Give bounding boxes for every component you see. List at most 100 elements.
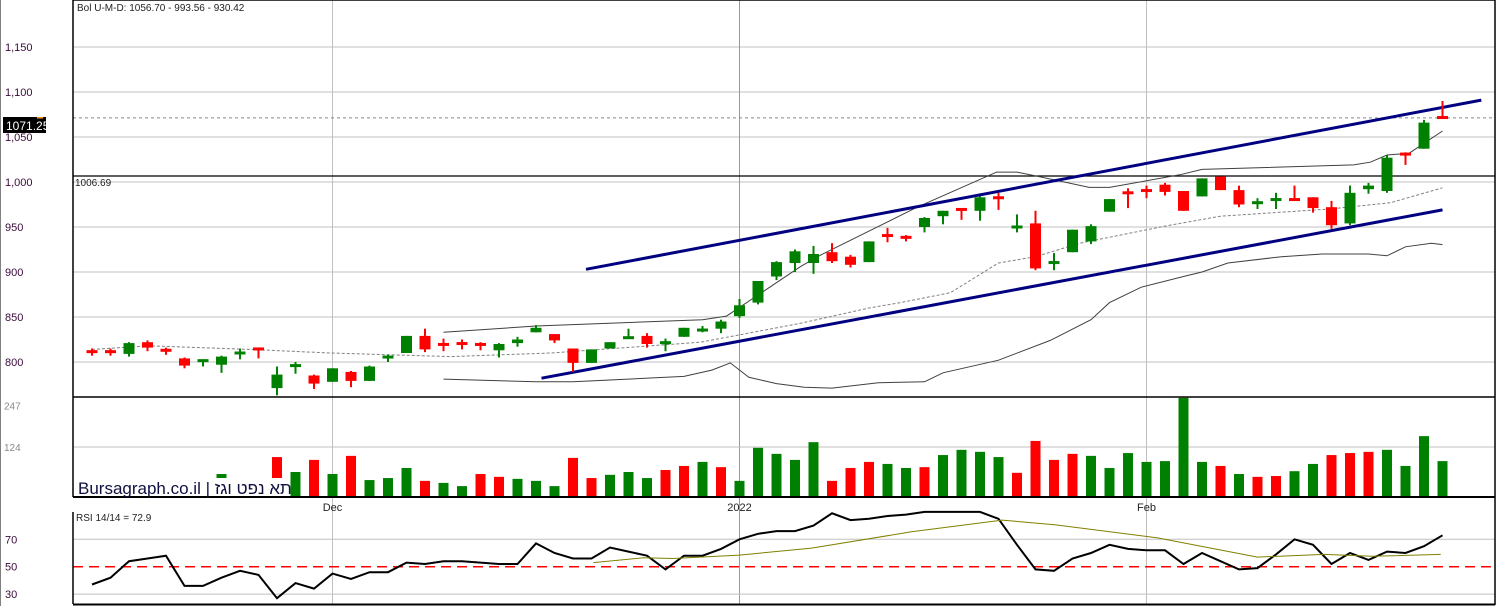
date-label: 2022 bbox=[727, 502, 751, 514]
rsi-label: RSI 14/14 = 72.9 bbox=[76, 513, 152, 524]
date-label: Feb bbox=[1137, 502, 1156, 514]
candle-wick bbox=[664, 338, 667, 352]
candle-down bbox=[900, 235, 912, 239]
volume-bar bbox=[1215, 465, 1226, 497]
candle-wick bbox=[1127, 188, 1129, 209]
candle-up bbox=[604, 342, 616, 349]
volume-bar bbox=[790, 459, 800, 497]
candle-down bbox=[1178, 191, 1189, 211]
candle-up bbox=[586, 349, 597, 363]
candle-up bbox=[1067, 229, 1078, 253]
reference-line-label: 1006.69 bbox=[75, 178, 112, 189]
volume-bar bbox=[864, 461, 874, 497]
rsi-tick-label: 50 bbox=[5, 562, 17, 574]
candle-down bbox=[160, 348, 172, 352]
candle-up bbox=[808, 254, 819, 263]
candle-down bbox=[826, 252, 838, 262]
volume-bar bbox=[1104, 467, 1115, 497]
candle-down bbox=[142, 342, 153, 348]
candle-up bbox=[123, 343, 135, 354]
candle-down bbox=[1122, 191, 1134, 195]
volume-bar bbox=[1123, 453, 1133, 497]
volume-bar bbox=[494, 476, 504, 497]
candle-down bbox=[1159, 184, 1171, 192]
candle-up bbox=[327, 368, 338, 382]
volume-bar bbox=[457, 486, 467, 497]
price-tick-label: 1,050 bbox=[5, 132, 33, 144]
rsi-panel bbox=[91, 510, 1444, 600]
volume-tick-label: 247 bbox=[4, 401, 21, 412]
candle-up bbox=[1381, 157, 1393, 191]
candle-down bbox=[419, 335, 431, 350]
volume-bar bbox=[919, 467, 930, 497]
candle-up bbox=[197, 359, 209, 363]
price-tick-label: 1,150 bbox=[5, 42, 33, 54]
trend-channel-lower bbox=[541, 208, 1443, 380]
candle-up bbox=[623, 336, 634, 340]
volume-bar bbox=[975, 451, 985, 497]
volume-bar bbox=[1437, 461, 1448, 497]
bollinger-bands bbox=[91, 130, 1443, 389]
date-label: Dec bbox=[323, 502, 343, 514]
candle-up bbox=[789, 251, 801, 263]
candle-up bbox=[734, 305, 745, 317]
volume-bar bbox=[327, 474, 338, 497]
volume-bar bbox=[605, 474, 615, 497]
volume-bar bbox=[346, 455, 356, 497]
candle-up bbox=[1104, 199, 1115, 212]
candle-up bbox=[660, 341, 671, 345]
volume-bar bbox=[383, 478, 393, 497]
candle-wick bbox=[997, 192, 1000, 210]
candle-up bbox=[493, 344, 505, 351]
candle-up bbox=[364, 366, 375, 381]
candle-up bbox=[530, 327, 542, 333]
candle-down bbox=[1233, 190, 1245, 205]
volume-bar bbox=[697, 461, 708, 497]
candle-down bbox=[456, 342, 468, 346]
candle-down bbox=[1141, 189, 1152, 193]
panel-frame bbox=[0, 0, 1496, 606]
candle-up bbox=[1011, 225, 1023, 229]
candle-down bbox=[345, 371, 357, 381]
candle-up bbox=[382, 355, 394, 359]
volume-bar bbox=[623, 472, 634, 497]
candle-down bbox=[845, 256, 856, 265]
candle-down bbox=[1289, 198, 1300, 202]
axis-labels: 800 850 900 950 1,000 1,050 1,100 1,150 Dec 2022 F… bbox=[4, 42, 1156, 601]
volume-bar bbox=[1141, 461, 1152, 497]
volume-bar bbox=[993, 457, 1004, 497]
volume-bar bbox=[771, 453, 782, 497]
volume-bar bbox=[475, 474, 486, 497]
candle-up bbox=[1363, 185, 1374, 190]
candle-up bbox=[1085, 226, 1097, 242]
volume-bar bbox=[845, 467, 856, 497]
volume-bar bbox=[1012, 472, 1022, 497]
volume-bar bbox=[1363, 451, 1374, 497]
rsi-line bbox=[91, 510, 1444, 600]
candle-down bbox=[1437, 116, 1448, 120]
volume-bar bbox=[512, 478, 523, 497]
volume-bar bbox=[679, 465, 689, 497]
candle-down bbox=[882, 234, 893, 238]
candle-down bbox=[1307, 197, 1319, 209]
volume-bar bbox=[827, 480, 837, 497]
candle-up bbox=[678, 327, 690, 337]
volume-bar bbox=[901, 467, 911, 497]
volume-bar bbox=[290, 472, 301, 497]
rsi-tick-label: 70 bbox=[5, 534, 17, 546]
price-tick-label: 1,000 bbox=[5, 177, 33, 189]
volume-bar bbox=[1049, 459, 1059, 497]
candle-up bbox=[216, 356, 227, 365]
volume-bar bbox=[753, 447, 763, 497]
price-tick-label: 900 bbox=[5, 267, 23, 279]
candle-down bbox=[438, 342, 449, 346]
last-price-label: 1071.25 bbox=[6, 119, 50, 133]
candle-up bbox=[937, 210, 949, 217]
candle-up bbox=[974, 197, 986, 211]
volume-bar bbox=[642, 478, 652, 497]
bollinger-lower-line bbox=[443, 242, 1443, 389]
rsi-signal-line bbox=[593, 519, 1441, 564]
watermark: Bursagraph.co.il | תא נפט וגז bbox=[78, 479, 292, 498]
candle-down bbox=[105, 350, 116, 354]
volume-bar bbox=[1160, 461, 1170, 497]
